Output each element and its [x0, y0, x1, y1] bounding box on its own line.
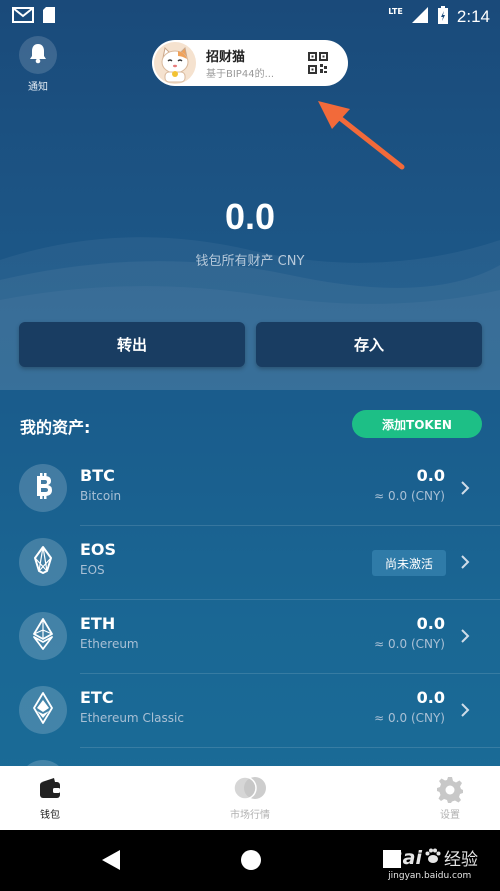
- status-bar: LTE 2:14: [0, 0, 500, 32]
- home-icon[interactable]: [240, 849, 262, 871]
- bell-icon: [28, 42, 48, 68]
- notifications-label: 通知: [28, 82, 48, 93]
- asset-name: Ethereum Classic: [80, 711, 184, 725]
- wallet-icon: [38, 776, 62, 804]
- notifications-button[interactable]: 通知: [18, 36, 58, 93]
- asset-amount: 0.0: [416, 688, 445, 707]
- asset-symbol: BTC: [80, 466, 115, 485]
- wallet-subtitle: 基于BIP44的...: [206, 69, 275, 80]
- asset-amount: 0.0: [416, 614, 445, 633]
- nav-settings[interactable]: 设置: [400, 766, 500, 830]
- asset-symbol: ETC: [80, 688, 114, 707]
- ethereum-classic-icon: [32, 692, 54, 728]
- paw-icon: [424, 847, 442, 869]
- deposit-button[interactable]: 存入: [256, 322, 482, 367]
- asset-symbol: ETH: [80, 614, 116, 633]
- watermark-text: 经验: [444, 850, 478, 870]
- add-token-button[interactable]: 添加TOKEN: [352, 410, 482, 438]
- bottom-navigation: 钱包 市场行情 设置: [0, 766, 500, 830]
- signal-icon: [411, 6, 429, 28]
- not-activated-badge[interactable]: 尚未激活: [371, 550, 446, 576]
- total-balance: 0.0: [224, 196, 276, 237]
- clock: 2:14: [456, 7, 490, 26]
- baidu-jingyan-watermark: Bai 经验 jingyan.baidu.com: [388, 845, 478, 882]
- asset-name: EOS: [80, 563, 105, 577]
- gmail-icon: [12, 7, 34, 27]
- chevron-right-icon: [461, 555, 470, 569]
- asset-fiat-value: ≈ 0.0 (CNY): [374, 711, 445, 725]
- total-balance-label: 钱包所有财产 CNY: [195, 254, 305, 269]
- battery-icon: [437, 5, 449, 29]
- watermark-brand: Bai: [388, 846, 422, 869]
- asset-amount: 0.0: [416, 466, 445, 485]
- chevron-right-icon: [461, 629, 470, 643]
- asset-fiat-value: ≈ 0.0 (CNY): [374, 637, 445, 651]
- nav-wallet[interactable]: 钱包: [0, 766, 100, 830]
- nav-market[interactable]: 市场行情: [200, 766, 300, 830]
- nav-market-label: 市场行情: [230, 810, 270, 821]
- asset-row-eos[interactable]: EOS EOS 尚未激活: [0, 526, 500, 600]
- network-type: LTE: [388, 6, 403, 16]
- nav-wallet-label: 钱包: [40, 810, 60, 821]
- gear-icon: [436, 776, 464, 808]
- transfer-out-button[interactable]: 转出: [19, 322, 245, 367]
- asset-row-etc[interactable]: ETC Ethereum Classic 0.0 ≈ 0.0 (CNY): [0, 674, 500, 748]
- asset-name: Bitcoin: [80, 489, 122, 503]
- asset-fiat-value: ≈ 0.0 (CNY): [374, 489, 445, 503]
- chevron-right-icon: [461, 481, 470, 495]
- my-assets-title: 我的资产:: [20, 418, 91, 437]
- wallet-screen: LTE 2:14 通知 招财猫 基于BIP44的... 0.0 钱包所有财产 C…: [0, 0, 500, 891]
- ethereum-icon: [32, 618, 54, 654]
- asset-row-eth[interactable]: ETH Ethereum 0.0 ≈ 0.0 (CNY): [0, 600, 500, 674]
- wallet-name: 招财猫: [206, 50, 246, 65]
- wallet-avatar: [154, 42, 196, 84]
- nav-settings-label: 设置: [440, 810, 460, 821]
- asset-name: Ethereum: [80, 637, 139, 651]
- qr-code-icon[interactable]: [308, 52, 328, 74]
- wallet-selector[interactable]: 招财猫 基于BIP44的...: [152, 40, 348, 86]
- asset-row-partial[interactable]: [0, 748, 500, 766]
- asset-symbol: EOS: [80, 540, 117, 559]
- sd-card-icon: [42, 6, 56, 28]
- chevron-right-icon: [461, 703, 470, 717]
- market-icon: [233, 776, 267, 804]
- bitcoin-icon: [30, 471, 56, 505]
- eos-icon: [31, 545, 55, 579]
- back-icon[interactable]: [100, 848, 122, 872]
- asset-row-btc[interactable]: BTC Bitcoin 0.0 ≈ 0.0 (CNY): [0, 452, 500, 526]
- watermark-url: jingyan.baidu.com: [388, 871, 472, 881]
